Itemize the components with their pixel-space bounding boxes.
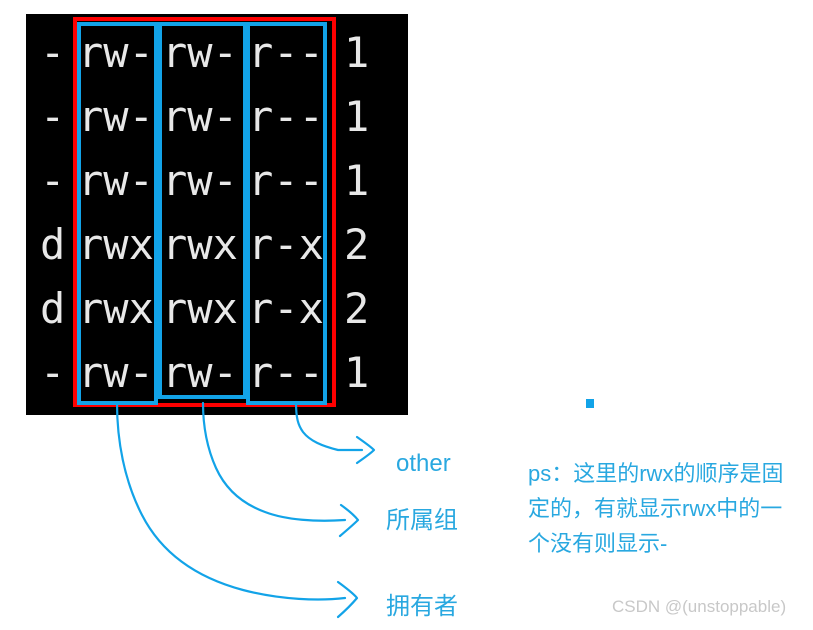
permission-owner: rw- bbox=[78, 28, 154, 77]
permission-owner: rw- bbox=[78, 92, 154, 141]
link-count: 1 bbox=[344, 348, 370, 397]
callout-label-owner: 拥有者 bbox=[386, 593, 458, 620]
arrow-to-owner bbox=[115, 401, 347, 601]
permission-other: r-- bbox=[248, 92, 324, 141]
link-count: 1 bbox=[344, 156, 370, 205]
note-text: ps：这里的rwx的顺序是固定的，有就显示rwx中的一个没有则显示- bbox=[528, 461, 784, 556]
arrow-to-group bbox=[201, 401, 347, 522]
callout-label-group: 所属组 bbox=[386, 507, 458, 534]
permission-owner: rw- bbox=[78, 156, 154, 205]
permission-other: r-- bbox=[248, 28, 324, 77]
permission-other: r-- bbox=[248, 348, 324, 397]
permission-group: rwx bbox=[162, 220, 238, 269]
terminal-screenshot: - rw- rw- r-- 1 - rw- rw- r-- 1 - rw- rw… bbox=[26, 14, 408, 415]
link-count: 1 bbox=[344, 28, 370, 77]
link-count: 1 bbox=[344, 92, 370, 141]
permission-type: - bbox=[40, 92, 66, 141]
permission-group: rwx bbox=[162, 284, 238, 333]
blue-dot-mark bbox=[586, 399, 594, 408]
permission-type: - bbox=[40, 28, 66, 77]
permission-other: r-x bbox=[248, 220, 324, 269]
permission-owner: rwx bbox=[78, 284, 154, 333]
arrow-to-group-head bbox=[338, 503, 360, 538]
permission-owner: rwx bbox=[78, 220, 154, 269]
arrow-to-owner-head bbox=[336, 580, 359, 619]
permission-type: - bbox=[40, 156, 66, 205]
callout-label-other: other bbox=[396, 450, 451, 477]
permission-type: - bbox=[40, 348, 66, 397]
permission-owner: rw- bbox=[78, 348, 154, 397]
permission-group: rw- bbox=[162, 92, 238, 141]
permission-group: rw- bbox=[162, 28, 238, 77]
permission-row-clipped: - rw- rw- r-- bbox=[40, 412, 369, 415]
permission-type: d bbox=[40, 284, 66, 333]
link-count: 2 bbox=[344, 220, 370, 269]
permission-other: r-- bbox=[248, 156, 324, 205]
permission-type: d bbox=[40, 220, 66, 269]
permission-group: rw- bbox=[162, 156, 238, 205]
link-count: 2 bbox=[344, 284, 370, 333]
csdn-watermark: CSDN @(unstoppable) bbox=[612, 597, 787, 616]
permission-other: r-x bbox=[248, 284, 324, 333]
arrow-to-other-head bbox=[355, 435, 376, 465]
permission-group: rw- bbox=[162, 348, 238, 397]
